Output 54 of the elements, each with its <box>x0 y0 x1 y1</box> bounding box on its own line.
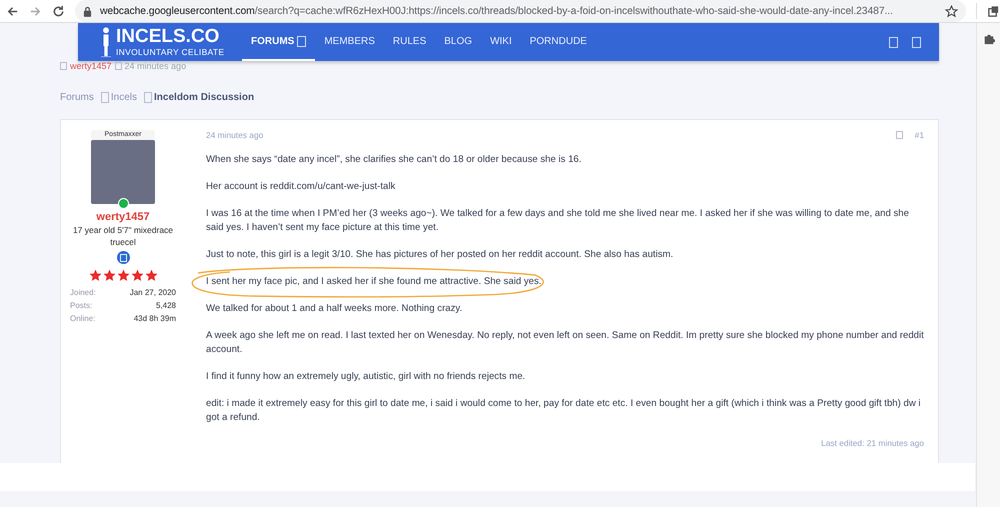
address-bar[interactable]: webcache.googleusercontent.com/search?q=cache:wfR6zHexH00J:https://incels.co/threads/blocked-by-a-foid-on-incelswithouthate-who-said-she-would-date-any-incel.23487... <box>75 0 966 22</box>
breadcrumb-link[interactable]: Incels <box>110 92 138 103</box>
stat-value: 5,428 <box>156 300 176 312</box>
stat-label: Posts: <box>70 300 92 312</box>
post-paragraph: A week ago she left me on read. I last texted her on Wenesday. No reply, not even left on seen. Same on Reddit. Im pretty sure she blocked my phone number and reddit account. <box>206 330 924 355</box>
reload-icon[interactable] <box>52 4 65 18</box>
nav-tab[interactable]: BLOG <box>435 23 482 61</box>
star-icon <box>102 269 116 282</box>
star-icon <box>130 269 144 282</box>
star-icon <box>116 269 130 282</box>
square-icon[interactable] <box>889 36 898 48</box>
stat-label: Joined: <box>70 287 96 299</box>
post-paragraph: I find it funny how an extremely ugly, autistic, girl with no friends rejects me. <box>206 371 526 382</box>
nav-tab[interactable]: WIKI <box>481 23 521 61</box>
nav-tab[interactable]: RULES <box>384 23 436 61</box>
puzzle-icon[interactable] <box>982 33 994 45</box>
window-icon[interactable] <box>987 4 1000 18</box>
post-paragraph: I sent her my face pic, and I asked her if she found me attractive. She said yes. <box>206 276 542 287</box>
avatar-placeholder <box>91 140 155 204</box>
nav-tab[interactable]: PORNDUDE <box>520 23 596 61</box>
nav-tab[interactable]: MEMBERS <box>315 23 384 61</box>
breadcrumb-link[interactable]: Inceldom Discussion <box>154 92 254 103</box>
back-icon[interactable] <box>6 4 19 18</box>
username-link[interactable]: werty1457 <box>96 211 150 223</box>
post-paragraph: We talked for about 1 and a half weeks more. Nothing crazy. <box>206 303 462 314</box>
post-number-link[interactable]: #1 <box>914 130 924 140</box>
star-icon <box>88 269 102 282</box>
thread-author-link[interactable]: werty1457 <box>70 60 112 70</box>
square-icon[interactable] <box>912 36 921 48</box>
star-icon <box>144 269 158 282</box>
square-icon <box>60 62 67 70</box>
bookmark-star-icon[interactable] <box>945 4 958 18</box>
lock-icon <box>83 6 92 16</box>
post-paragraph: I was 16 at the time when I PM’ed her (3 weeks ago~). We talked for a few days and she told me she lived near me. I asked her if she was willing to date me, and she said yes. I haven’t sent my face picture at this time yet. <box>206 208 909 233</box>
post-paragraph: edit: i made it extremely easy for this girl to date me, i said i would come to her, pay for date etc etc. I even bought her a gift (which i think was a Pretty good gift tbh) dw i got a refund. <box>206 398 921 423</box>
post-paragraph: Her account is reddit.com/u/cant-we-just-talk <box>206 181 396 192</box>
last-edited-note: Last edited: 21 minutes ago <box>821 438 924 448</box>
stat-label: Online: <box>70 313 96 325</box>
square-icon <box>114 62 122 70</box>
post-paragraph: When she says “date any incel”, she clarifies she can’t do 18 or older because she is 16. <box>206 154 582 165</box>
user-badge-icon <box>116 251 130 264</box>
breadcrumb-link[interactable]: Forums <box>60 92 94 103</box>
nav-tab[interactable]: FORUMS <box>242 23 316 61</box>
site-logo-subtitle: INVOLUNTARY CELIBATE <box>116 48 224 57</box>
site-logo-title: INCELS.CO <box>116 27 220 46</box>
post-time: 24 minutes ago <box>206 130 264 140</box>
standing-figure-icon <box>100 27 112 57</box>
stat-value: 43d 8h 39m <box>134 313 176 325</box>
user-bio: 17 year old 5'7" mixedrace truecel <box>72 224 174 248</box>
square-icon <box>144 92 152 103</box>
post-paragraph: Just to note, this girl is a legit 3/10. She has pictures of her posted on her reddit account. She also has autism. <box>206 249 674 260</box>
thread-time: 24 minutes ago <box>124 60 186 70</box>
square-icon <box>100 92 109 103</box>
stat-value: Jan 27, 2020 <box>130 287 176 299</box>
